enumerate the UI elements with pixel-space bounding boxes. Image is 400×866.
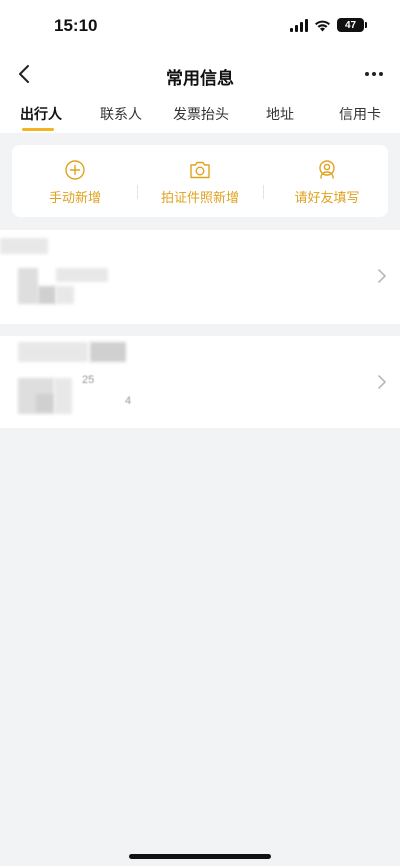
home-indicator bbox=[129, 854, 271, 859]
friend-icon bbox=[319, 160, 335, 179]
page-title: 常用信息 bbox=[166, 69, 234, 88]
tab-addresses[interactable]: 地址 bbox=[266, 104, 294, 124]
photo-id-add-button[interactable]: 拍证件照新增 bbox=[158, 159, 242, 206]
photo-id-add-label: 拍证件照新增 bbox=[160, 190, 239, 205]
traveler-list-item[interactable]: 25 4 bbox=[0, 336, 400, 428]
nav-bar: 常用信息 bbox=[0, 52, 400, 98]
tab-contacts[interactable]: 联系人 bbox=[100, 104, 142, 124]
cellular-signal-icon bbox=[290, 18, 308, 32]
header-area: 15:10 47 常用信息 出行人 联系人 发票抬头 地址 信用卡 bbox=[0, 0, 400, 133]
tab-invoice-titles[interactable]: 发票抬头 bbox=[173, 104, 229, 124]
traveler-name-redacted bbox=[18, 342, 88, 362]
tab-bar: 出行人 联系人 发票抬头 地址 信用卡 bbox=[0, 98, 400, 133]
wifi-icon bbox=[315, 20, 330, 31]
redacted-block bbox=[54, 378, 72, 414]
traveler-id-partial: 25 bbox=[82, 374, 95, 386]
tab-credit-cards[interactable]: 信用卡 bbox=[339, 104, 381, 124]
status-time: 15:10 bbox=[54, 16, 98, 35]
camera-icon bbox=[190, 161, 210, 179]
manual-add-button[interactable]: 手动新增 bbox=[47, 159, 103, 206]
traveler-list-item[interactable] bbox=[0, 230, 400, 324]
redacted-block bbox=[18, 268, 38, 304]
status-icons: 47 bbox=[290, 18, 367, 32]
chevron-right-icon bbox=[378, 375, 386, 389]
divider bbox=[137, 185, 138, 199]
tab-travelers[interactable]: 出行人 bbox=[20, 104, 62, 124]
status-bar: 15:10 47 bbox=[0, 0, 400, 52]
chevron-right-icon bbox=[378, 269, 386, 283]
invite-friend-label: 请好友填写 bbox=[294, 190, 360, 205]
traveler-phone-partial: 4 bbox=[125, 395, 132, 407]
redacted-block bbox=[56, 286, 74, 304]
active-tab-indicator bbox=[22, 128, 54, 131]
manual-add-label: 手动新增 bbox=[48, 190, 101, 205]
divider bbox=[263, 185, 264, 199]
invite-friend-button[interactable]: 请好友填写 bbox=[292, 159, 362, 206]
redacted-block bbox=[90, 342, 126, 362]
plus-circle-icon bbox=[65, 160, 85, 180]
traveler-name-redacted bbox=[0, 238, 48, 254]
redacted-block bbox=[36, 394, 54, 412]
battery-icon: 47 bbox=[337, 18, 367, 32]
more-icon[interactable] bbox=[362, 64, 386, 84]
quick-add-card: 手动新增 拍证件照新增 请好友填写 bbox=[12, 145, 388, 217]
redacted-block bbox=[38, 286, 56, 304]
traveler-id-redacted bbox=[56, 268, 108, 282]
